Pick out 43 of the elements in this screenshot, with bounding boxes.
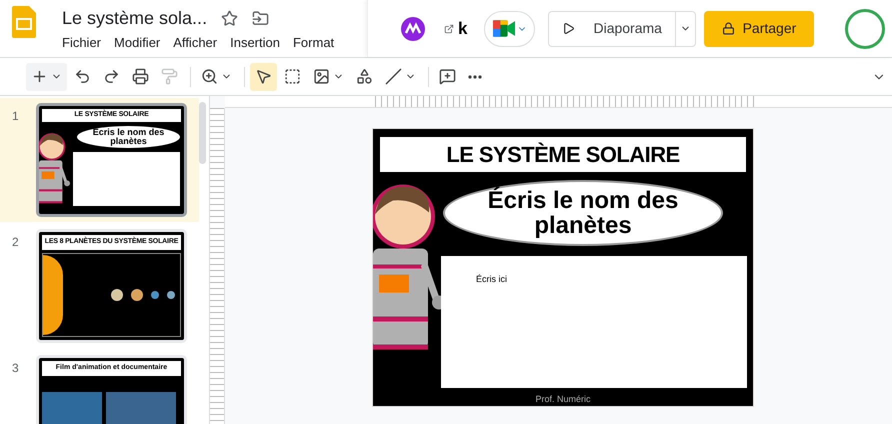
add-icon	[31, 68, 48, 85]
meet-button[interactable]	[484, 10, 536, 46]
more-icon	[468, 74, 482, 78]
line-icon	[385, 68, 402, 85]
move-folder-icon[interactable]	[252, 10, 270, 26]
paint-roller-icon	[161, 68, 178, 85]
slide-number: 3	[12, 360, 20, 377]
body-text[interactable]: Écris ici	[476, 274, 507, 284]
scrollbar-thumb[interactable]	[199, 102, 206, 164]
add-tool-button[interactable]	[26, 62, 67, 90]
star-icon[interactable]	[221, 10, 238, 26]
undo-icon	[74, 68, 91, 85]
menu-item[interactable]: Insertion	[230, 33, 280, 52]
speech-bubble[interactable]: Écris le nom des planètes	[443, 180, 723, 246]
image-icon	[313, 68, 330, 85]
select-tool-button[interactable]	[250, 62, 277, 90]
redo-icon	[103, 68, 120, 85]
pointer-icon	[255, 68, 272, 85]
text-box-icon	[284, 68, 301, 85]
avatar[interactable]	[845, 8, 885, 48]
extension-label[interactable]: k	[458, 16, 468, 42]
document-title[interactable]: Le système sola...	[62, 4, 208, 32]
menu-item[interactable]: Afficher	[173, 33, 218, 52]
external-link-icon[interactable]	[444, 24, 454, 34]
menu-item[interactable]: Modifier	[114, 33, 160, 52]
photo-placeholder	[42, 392, 102, 424]
photo-placeholder	[106, 392, 176, 424]
comment-icon	[439, 68, 456, 85]
extension-logo-icon[interactable]	[401, 16, 425, 40]
shapes-icon	[356, 68, 373, 85]
lock-icon	[722, 22, 735, 35]
present-icon	[562, 22, 576, 35]
menu-item[interactable]: Fichier	[62, 33, 102, 52]
slide[interactable]: LE SYSTÈME SOLAIRE Écris le nom des planètes Écris ici Prof. Numéric	[372, 128, 754, 407]
slide-number: 2	[12, 234, 20, 251]
video-camera-icon	[492, 20, 515, 37]
slide-footer: Prof. Numéric	[535, 394, 590, 406]
slide-number: 1	[12, 108, 20, 125]
menu-item[interactable]: Format	[292, 33, 334, 52]
share-button[interactable]: Partager	[704, 10, 814, 46]
zoom-icon	[201, 68, 218, 85]
printer-icon	[132, 68, 149, 85]
speech-bubble: Écris le nom des planètes	[76, 126, 180, 148]
